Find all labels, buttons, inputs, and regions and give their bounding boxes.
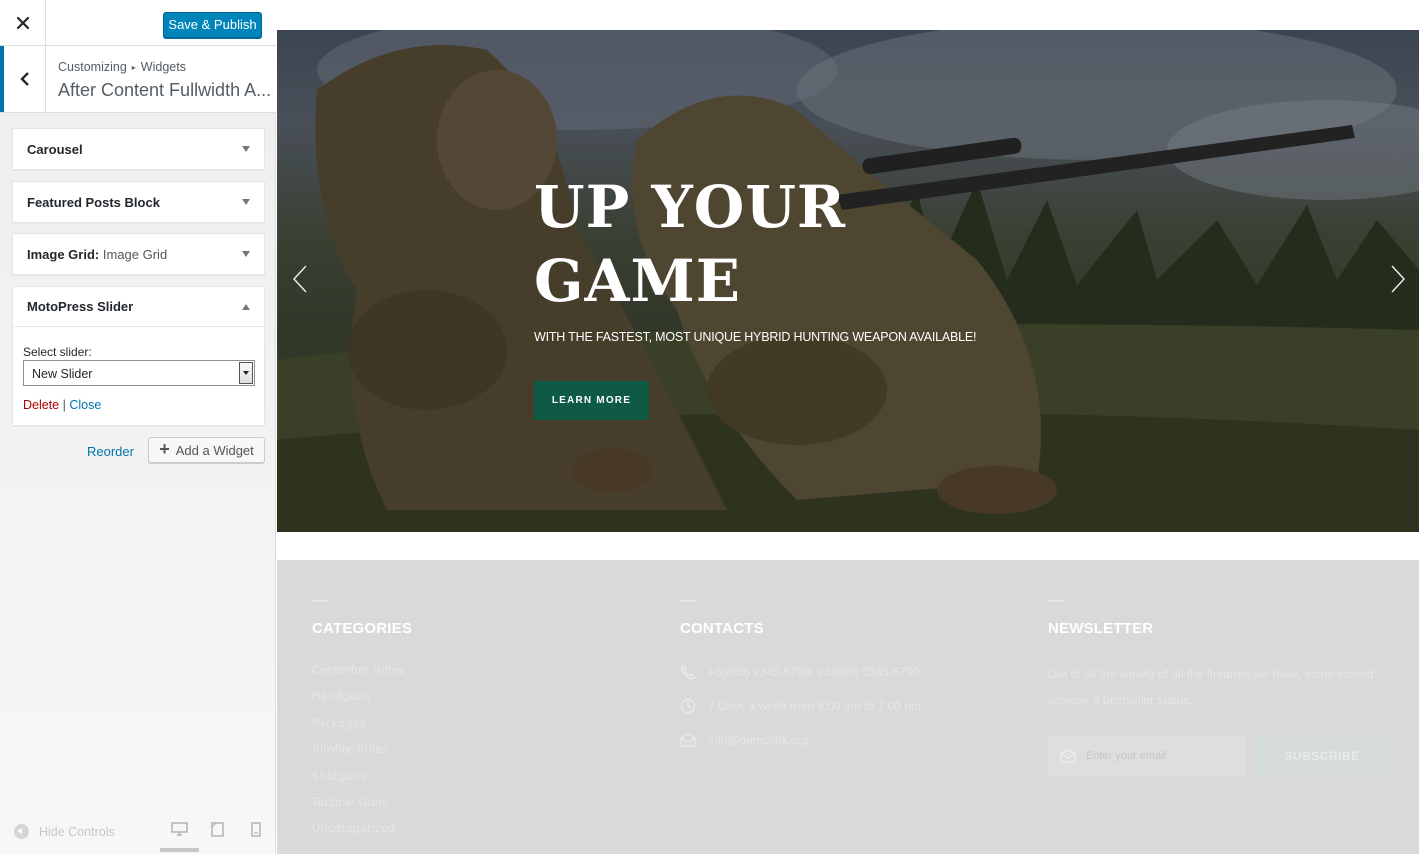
categories-list: Centerfire Rifles Handguns Packages Rimf… [312, 663, 412, 848]
close-link[interactable]: Close [69, 398, 101, 412]
category-link[interactable]: Uncategorized [312, 821, 412, 847]
category-link[interactable]: Centerfire Rifles [312, 663, 412, 689]
expand-arrow-icon[interactable] [242, 199, 250, 205]
slider-select[interactable]: New Slider [23, 360, 255, 386]
newsletter-email-input[interactable] [1086, 750, 1236, 762]
delete-link[interactable]: Delete [23, 398, 59, 412]
customizer-footer: Hide Controls [0, 810, 276, 854]
site-preview: UP YOUR GAME WITH THE FASTEST, MOST UNIQ… [277, 0, 1419, 854]
contact-email-link[interactable]: info@demolink.org [708, 733, 808, 747]
breadcrumb-current: Widgets [140, 60, 186, 74]
breadcrumb-root: Customizing [58, 60, 127, 74]
hero-title-line-2: GAME [534, 247, 741, 315]
collapse-arrow-icon[interactable] [242, 303, 250, 310]
contacts-heading: CONTACTS [680, 620, 764, 637]
plus-icon: + [159, 439, 170, 459]
desktop-preview-icon[interactable] [171, 822, 188, 837]
newsletter-column: NEWSLETTER Out of all the variety of all… [1048, 600, 1388, 777]
widget-image-grid: Image Grid: Image Grid [12, 233, 265, 275]
add-widget-button[interactable]: + Add a Widget [148, 437, 265, 463]
active-device-indicator [160, 848, 199, 852]
widget-body: Select slider: New Slider Delete | Close [13, 327, 264, 412]
category-link[interactable]: Rimfire Rifles [312, 742, 412, 768]
widget-motopress-slider: MotoPress Slider Select slider: New Slid… [12, 286, 265, 426]
collapse-sidebar-icon [14, 824, 29, 839]
section-title: After Content Fullwidth A... [58, 80, 270, 100]
breadcrumb: Customizing ▸ Widgets [58, 60, 186, 74]
heading-accent [680, 600, 696, 602]
newsletter-heading: NEWSLETTER [1048, 620, 1154, 637]
actions-separator: | [62, 398, 66, 412]
hero-slider: UP YOUR GAME WITH THE FASTEST, MOST UNIQ… [277, 30, 1419, 532]
widget-image-grid-header[interactable]: Image Grid: Image Grid [13, 234, 264, 274]
breadcrumb-separator: ▸ [131, 63, 136, 72]
expand-arrow-icon[interactable] [242, 251, 250, 257]
widget-title-main: Image Grid: [27, 246, 100, 262]
contact-hours-text: 7 Days a week from 9:00 am to 7:00 pm [708, 699, 921, 713]
contact-email: info@demolink.org [680, 723, 921, 757]
mail-icon [1060, 749, 1076, 763]
email-field [1048, 735, 1246, 777]
heading-accent [312, 600, 328, 602]
back-button[interactable] [0, 46, 46, 112]
customizer-header: Save & Publish [0, 0, 276, 46]
expand-arrow-icon[interactable] [242, 146, 250, 152]
categories-column: CATEGORIES Centerfire Rifles Handguns Pa… [312, 600, 412, 848]
tablet-preview-icon[interactable] [211, 822, 224, 837]
widget-motopress-slider-header[interactable]: MotoPress Slider [13, 287, 264, 327]
widget-title: MotoPress Slider [27, 299, 134, 314]
widget-title: Featured Posts Block [27, 194, 160, 210]
newsletter-form: SUBSCRIBE [1048, 735, 1388, 777]
widget-featured-posts: Featured Posts Block [12, 181, 265, 223]
slider-select-value: New Slider [32, 367, 93, 381]
slider-prev-arrow-icon[interactable] [291, 264, 309, 294]
category-link[interactable]: Shotguns [312, 769, 412, 795]
contacts-column: CONTACTS +3(800) 2345-6789; +3(800) 2345… [680, 600, 921, 757]
close-icon [16, 17, 29, 29]
category-link[interactable]: Handguns [312, 689, 412, 715]
site-footer: CATEGORIES Centerfire Rifles Handguns Pa… [277, 560, 1419, 854]
clock-icon [680, 698, 696, 714]
mail-icon [680, 733, 696, 747]
contact-phone: +3(800) 2345-6789; +3(800) 2345-6790 [680, 655, 921, 689]
contact-hours: 7 Days a week from 9:00 am to 7:00 pm [680, 689, 921, 723]
hero-subtitle: WITH THE FASTEST, MOST UNIQUE HYBRID HUN… [534, 330, 977, 344]
hide-controls-label: Hide Controls [39, 824, 115, 839]
select-slider-label: Select slider: [23, 345, 92, 359]
widget-carousel: Carousel [12, 128, 265, 170]
widget-actions: Delete | Close [23, 398, 254, 412]
category-link[interactable]: Tactical Guns [312, 795, 412, 821]
save-publish-button[interactable]: Save & Publish [163, 12, 262, 38]
widget-title: Carousel [27, 141, 83, 157]
learn-more-button[interactable]: LEARN MORE [534, 381, 649, 420]
slider-next-arrow-icon[interactable] [1389, 264, 1407, 294]
add-widget-label: Add a Widget [175, 442, 254, 458]
customizer-sidebar: Save & Publish Customizing ▸ Widgets After… [0, 0, 276, 854]
hero-title-line-1: UP YOUR [534, 173, 847, 241]
widget-carousel-header[interactable]: Carousel [13, 129, 264, 169]
dropdown-arrow-icon[interactable] [239, 362, 253, 384]
section-header: Customizing ▸ Widgets After Content Fullwi… [0, 46, 276, 113]
widget-title: Image Grid: Image Grid [27, 247, 167, 262]
category-link[interactable]: Packages [312, 716, 412, 742]
widget-title-sub: Image Grid [102, 246, 168, 262]
reorder-link[interactable]: Reorder [87, 444, 134, 459]
widget-featured-posts-header[interactable]: Featured Posts Block [13, 182, 264, 222]
newsletter-text: Out of all the variety of all the firear… [1048, 667, 1374, 707]
close-customizer-button[interactable] [0, 0, 46, 46]
phone-icon [680, 664, 696, 680]
mobile-preview-icon[interactable] [251, 822, 261, 837]
contacts-list: +3(800) 2345-6789; +3(800) 2345-6790 7 D… [680, 655, 921, 757]
hide-controls-button[interactable]: Hide Controls [14, 824, 115, 839]
hero-title: UP YOUR GAME [534, 170, 864, 318]
categories-heading: CATEGORIES [312, 620, 413, 637]
customizer-app: Save & Publish Customizing ▸ Widgets After… [0, 0, 1419, 854]
subscribe-button[interactable]: SUBSCRIBE [1256, 735, 1388, 777]
chevron-left-icon [19, 72, 29, 86]
heading-accent [1048, 600, 1064, 602]
contact-phone-text: +3(800) 2345-6789; +3(800) 2345-6790 [708, 665, 920, 679]
